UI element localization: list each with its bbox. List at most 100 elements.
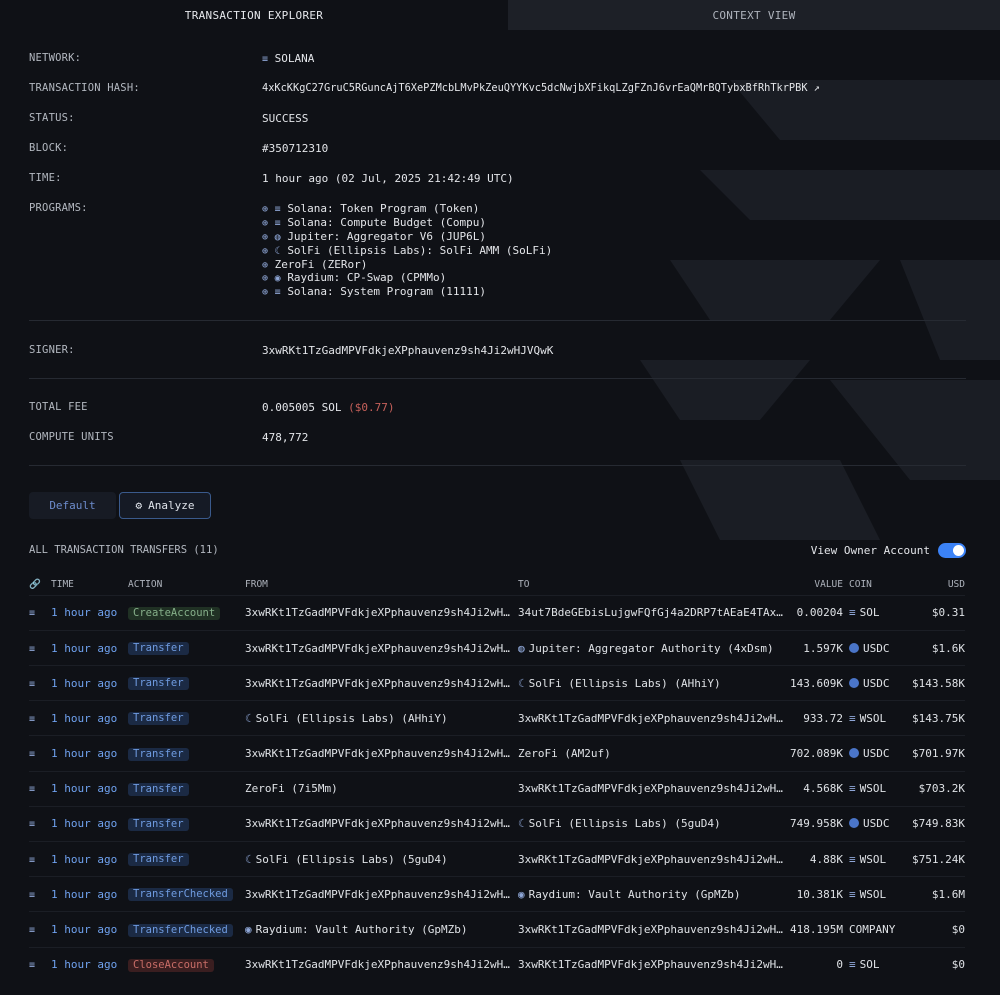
program-item[interactable]: ⊕ ≡ Solana: System Program (11111) <box>262 285 552 299</box>
row-detail-icon[interactable]: ≡ <box>29 630 51 665</box>
row-time[interactable]: 1 hour ago <box>51 666 128 701</box>
row-time[interactable]: 1 hour ago <box>51 701 128 736</box>
signer-value[interactable]: 3xwRKt1TzGadMPVFdkjeXPphauvenz9sh4Ji2wHJ… <box>262 344 553 358</box>
program-item[interactable]: ⊕ ☾ SolFi (Ellipsis Labs): SolFi AMM (So… <box>262 244 552 258</box>
row-value: 143.609K <box>790 676 843 690</box>
row-to[interactable]: 3xwRKt1TzGadMPVFdkjeXPphauvenz9sh4Ji2wH… <box>518 701 783 736</box>
row-detail-icon[interactable]: ≡ <box>29 877 51 912</box>
program-item[interactable]: ⊕ ◉ Raydium: CP-Swap (CPMMo) <box>262 271 552 285</box>
row-detail-icon[interactable]: ≡ <box>29 842 51 877</box>
row-time[interactable]: 1 hour ago <box>51 806 128 841</box>
expand-icon[interactable]: ⊕ <box>262 246 268 257</box>
row-time[interactable]: 1 hour ago <box>51 842 128 877</box>
jupiter-icon: ◍ <box>518 641 525 655</box>
status-value: SUCCESS <box>262 112 309 125</box>
row-to[interactable]: 3xwRKt1TzGadMPVFdkjeXPphauvenz9sh4Ji2wH… <box>518 842 783 877</box>
row-detail-icon[interactable]: ≡ <box>29 947 51 982</box>
table-row[interactable]: ≡ 1 hour ago CreateAccount 3xwRKt1TzGadMPVF… <box>29 595 965 630</box>
table-row[interactable]: ≡ 1 hour ago Transfer ☾ SolFi (Ellipsis Labs… <box>29 700 965 736</box>
raydium-icon: ◉ <box>518 887 525 901</box>
program-item[interactable]: ⊕ ≡ Solana: Token Program (Token) <box>262 202 552 216</box>
program-item[interactable]: ⊕ ◍ Jupiter: Aggregator V6 (JUP6L) <box>262 230 552 244</box>
row-time[interactable]: 1 hour ago <box>51 912 128 947</box>
row-usd: $1.6K <box>931 641 965 655</box>
row-coin[interactable]: ≡ WSOL <box>843 771 905 806</box>
row-coin[interactable]: ≡ WSOL <box>843 877 905 912</box>
default-button[interactable]: Default <box>29 492 116 520</box>
table-row[interactable]: ≡ 1 hour ago TransferChecked 3xwRKt1TzGadMP… <box>29 876 965 912</box>
row-from[interactable]: 3xwRKt1TzGadMPVFdkjeXPphauvenz9sh4Ji2wH… <box>245 877 518 912</box>
row-from[interactable]: ☾ SolFi (Ellipsis Labs) (5guD4) <box>245 842 518 877</box>
table-row[interactable]: ≡ 1 hour ago Transfer ZeroFi (7i5Mm) 3xwRKt1… <box>29 771 965 806</box>
table-row[interactable]: ≡ 1 hour ago Transfer 3xwRKt1TzGadMPVFdkjeX… <box>29 630 965 665</box>
table-row[interactable]: ≡ 1 hour ago Transfer ☾ SolFi (Ellipsis Labs… <box>29 841 965 877</box>
row-to[interactable]: ◉ Raydium: Vault Authority (GpMZb) <box>518 877 783 912</box>
row-coin[interactable]: ≡ SOL <box>843 947 905 982</box>
row-to[interactable]: ◍ Jupiter: Aggregator Authority (4xDsm) <box>518 630 783 665</box>
program-item[interactable]: ⊕ ZeroFi (ZERor) <box>262 258 552 272</box>
row-coin[interactable]: COMPANY <box>843 912 905 947</box>
row-from[interactable]: ☾ SolFi (Ellipsis Labs) (AHhiY) <box>245 701 518 736</box>
row-detail-icon[interactable]: ≡ <box>29 806 51 841</box>
row-coin[interactable]: USDC <box>843 806 905 841</box>
col-value: VALUE <box>814 579 843 591</box>
expand-icon[interactable]: ⊕ <box>262 232 268 243</box>
row-to[interactable]: ☾ SolFi (Ellipsis Labs) (AHhiY) <box>518 666 783 701</box>
row-to[interactable]: 3xwRKt1TzGadMPVFdkjeXPphauvenz9sh4Ji2wH… <box>518 912 783 947</box>
analyze-button[interactable]: ⚙ Analyze <box>119 492 211 520</box>
row-to[interactable]: 3xwRKt1TzGadMPVFdkjeXPphauvenz9sh4Ji2wH… <box>518 771 783 806</box>
row-detail-icon[interactable]: ≡ <box>29 912 51 947</box>
expand-icon[interactable]: ⊕ <box>262 260 268 271</box>
table-row[interactable]: ≡ 1 hour ago Transfer 3xwRKt1TzGadMPVFdkjeX… <box>29 665 965 701</box>
expand-icon[interactable]: ⊕ <box>262 218 268 229</box>
view-owner-toggle[interactable] <box>938 542 966 558</box>
tab-context-view[interactable]: CONTEXT VIEW <box>508 0 1000 30</box>
row-action: Transfer <box>128 630 245 665</box>
row-detail-icon[interactable]: ≡ <box>29 595 51 630</box>
row-detail-icon[interactable]: ≡ <box>29 771 51 806</box>
row-coin[interactable]: ≡ WSOL <box>843 842 905 877</box>
row-from[interactable]: 3xwRKt1TzGadMPVFdkjeXPphauvenz9sh4Ji2wH… <box>245 806 518 841</box>
row-detail-icon[interactable]: ≡ <box>29 701 51 736</box>
transfers-title: ALL TRANSACTION TRANSFERS (11) <box>29 544 219 557</box>
row-time[interactable]: 1 hour ago <box>51 771 128 806</box>
programs-label: PROGRAMS: <box>29 202 88 214</box>
row-from[interactable]: 3xwRKt1TzGadMPVFdkjeXPphauvenz9sh4Ji2wH… <box>245 595 518 630</box>
external-link-icon[interactable]: ↗ <box>814 82 820 94</box>
row-time[interactable]: 1 hour ago <box>51 630 128 665</box>
row-coin[interactable]: USDC <box>843 630 905 665</box>
row-coin[interactable]: ≡ SOL <box>843 595 905 630</box>
row-detail-icon[interactable]: ≡ <box>29 736 51 771</box>
row-to[interactable]: ZeroFi (AM2uf) <box>518 736 783 771</box>
tab-transaction-explorer[interactable]: TRANSACTION EXPLORER <box>0 0 508 30</box>
row-coin[interactable]: ≡ WSOL <box>843 701 905 736</box>
row-to[interactable]: 34ut7BdeGEbisLujgwFQfGj4a2DRP7tAEaE4TAx… <box>518 595 783 630</box>
table-row[interactable]: ≡ 1 hour ago Transfer 3xwRKt1TzGadMPVFdkjeX… <box>29 806 965 841</box>
table-row[interactable]: ≡ 1 hour ago Transfer 3xwRKt1TzGadMPVFdkjeX… <box>29 735 965 771</box>
row-from[interactable]: 3xwRKt1TzGadMPVFdkjeXPphauvenz9sh4Ji2wH… <box>245 736 518 771</box>
col-time: TIME <box>51 579 74 591</box>
row-from[interactable]: 3xwRKt1TzGadMPVFdkjeXPphauvenz9sh4Ji2wH… <box>245 947 518 982</box>
expand-icon[interactable]: ⊕ <box>262 204 268 215</box>
row-time[interactable]: 1 hour ago <box>51 947 128 982</box>
row-to[interactable]: ☾ SolFi (Ellipsis Labs) (5guD4) <box>518 806 783 841</box>
network-label: NETWORK: <box>29 52 82 64</box>
transaction-hash-link[interactable]: 4xKcKKgC27GruC5RGuncAjT6XePZMcbLMvPkZeuQ… <box>262 82 808 94</box>
row-from[interactable]: 3xwRKt1TzGadMPVFdkjeXPphauvenz9sh4Ji2wH… <box>245 666 518 701</box>
row-coin[interactable]: USDC <box>843 736 905 771</box>
table-row[interactable]: ≡ 1 hour ago TransferChecked ◉ Raydium: Vaul… <box>29 911 965 947</box>
row-detail-icon[interactable]: ≡ <box>29 666 51 701</box>
row-to[interactable]: 3xwRKt1TzGadMPVFdkjeXPphauvenz9sh4Ji2wH… <box>518 947 783 982</box>
row-from[interactable]: 3xwRKt1TzGadMPVFdkjeXPphauvenz9sh4Ji2wH… <box>245 630 518 665</box>
row-from[interactable]: ◉ Raydium: Vault Authority (GpMZb) <box>245 912 518 947</box>
row-time[interactable]: 1 hour ago <box>51 595 128 630</box>
row-from[interactable]: ZeroFi (7i5Mm) <box>245 771 518 806</box>
expand-icon[interactable]: ⊕ <box>262 287 268 298</box>
row-value: 10.381K <box>796 887 843 901</box>
row-time[interactable]: 1 hour ago <box>51 736 128 771</box>
expand-icon[interactable]: ⊕ <box>262 273 268 284</box>
table-row[interactable]: ≡ 1 hour ago CloseAccount 3xwRKt1TzGadMPVFd… <box>29 947 965 982</box>
program-item[interactable]: ⊕ ≡ Solana: Compute Budget (Compu) <box>262 216 552 230</box>
row-coin[interactable]: USDC <box>843 666 905 701</box>
row-time[interactable]: 1 hour ago <box>51 877 128 912</box>
